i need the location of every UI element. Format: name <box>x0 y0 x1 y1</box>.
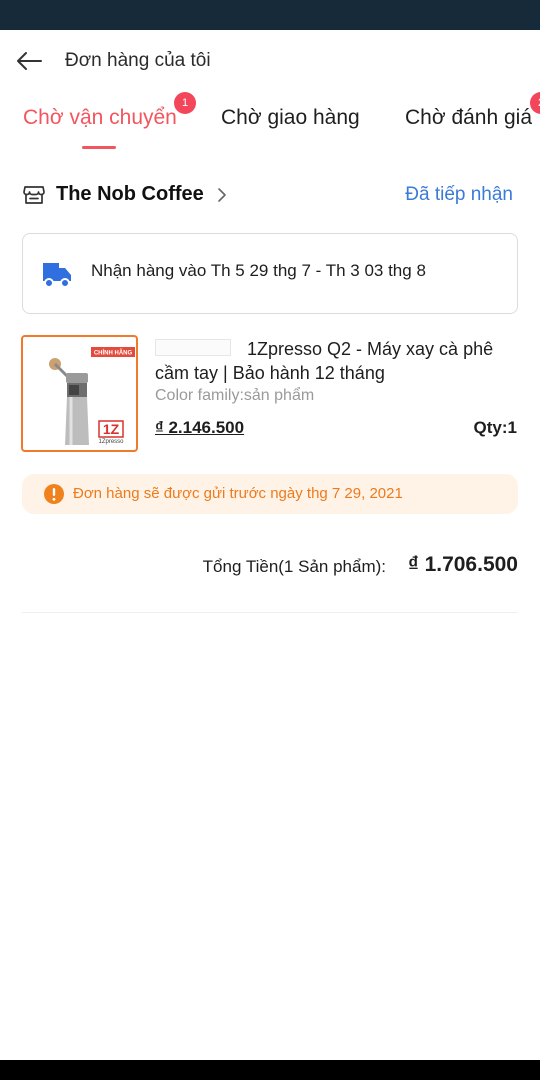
product-item[interactable]: CHÍNH HÃNG 1Z 1Zpresso 1Zpresso Q2 - Máy… <box>0 330 540 460</box>
active-tab-indicator <box>82 146 116 149</box>
chevron-right-icon[interactable] <box>216 187 228 203</box>
tab-label: Chờ vận chuyển <box>23 106 177 129</box>
tab-awaiting-review[interactable]: Chờ đánh giá <box>405 106 532 130</box>
status-bar <box>0 0 540 30</box>
product-price-value: ₫ 2.146.500 <box>155 418 245 437</box>
tab-awaiting-shipment[interactable]: Chờ vận chuyển <box>23 106 177 130</box>
back-button[interactable] <box>12 44 46 78</box>
alert-circle-icon <box>44 484 64 504</box>
truck-icon <box>43 263 71 288</box>
navigation-bar <box>0 1060 540 1080</box>
tab-awaiting-delivery[interactable]: Chờ giao hàng <box>221 106 360 130</box>
svg-text:1Z: 1Z <box>103 421 120 437</box>
product-variant: Color family:sản phẩm <box>155 387 315 404</box>
delivery-estimate: Nhận hàng vào Th 5 29 thg 7 - Th 3 03 th… <box>91 261 426 280</box>
store-icon <box>23 186 45 204</box>
shipping-notice: Đơn hàng sẽ được gửi trước ngày thg 7 29… <box>22 474 518 514</box>
image-brand-text: 1Zpresso <box>98 439 124 445</box>
total-label: Tổng Tiền(1 Sản phẩm): <box>202 557 386 576</box>
order-total: Tổng Tiền(1 Sản phẩm): ₫ 1.706.500 <box>0 545 540 590</box>
tab-label: Chờ giao hàng <box>221 106 360 129</box>
product-name: 1Zpresso Q2 - Máy xay cà phê cầm tay | B… <box>155 339 494 383</box>
shop-name[interactable]: The Nob Coffee <box>56 183 204 206</box>
page-title: Đơn hàng của tôi <box>65 50 211 71</box>
delivery-card[interactable]: Nhận hàng vào Th 5 29 thg 7 - Th 3 03 th… <box>22 233 518 314</box>
image-badge-text: CHÍNH HÃNG <box>94 349 133 357</box>
product-image[interactable]: CHÍNH HÃNG 1Z 1Zpresso <box>21 335 138 452</box>
divider <box>22 612 518 613</box>
order-status: Đã tiếp nhận <box>405 184 513 205</box>
arrow-left-icon <box>17 52 42 70</box>
notice-text: Đơn hàng sẽ được gửi trước ngày thg 7 29… <box>73 485 403 502</box>
product-quantity: Qty:1 <box>473 418 517 437</box>
shop-row: The Nob Coffee Đã tiếp nhận <box>0 170 540 220</box>
product-price: ₫ 2.146.500 <box>155 418 244 438</box>
total-value: ₫ 1.706.500 <box>407 553 518 576</box>
tab-badge: 1 <box>174 92 196 114</box>
grinder-illustration: CHÍNH HÃNG 1Z 1Zpresso <box>49 347 135 445</box>
order-tabs: Chờ vận chuyển 1 Chờ giao hàng Chờ đánh … <box>0 92 540 154</box>
app-header: Đơn hàng của tôi <box>0 30 540 92</box>
tab-label: Chờ đánh giá <box>405 106 533 129</box>
